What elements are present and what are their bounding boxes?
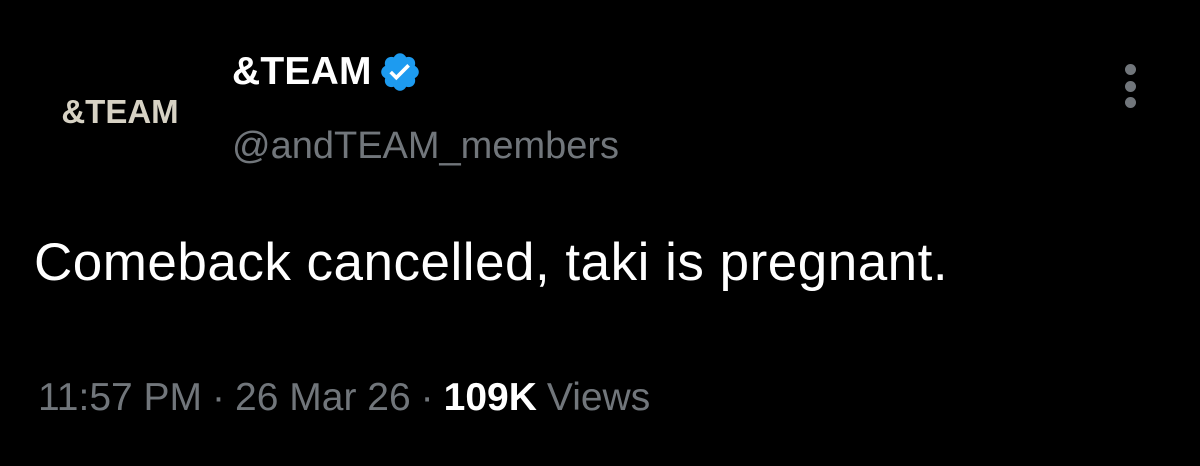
meta-separator: · — [212, 376, 226, 419]
more-options-button[interactable] — [1112, 62, 1148, 110]
tweet-time[interactable]: 11:57 PM — [38, 372, 202, 424]
author-name-row[interactable]: &TEAM — [232, 48, 422, 96]
more-dot — [1124, 97, 1136, 108]
views-label[interactable]: Views — [547, 372, 650, 424]
tweet-container: &TEAM &TEAM @andTEAM_members Comeback ca… — [0, 0, 1200, 466]
avatar-logo: &TEAM — [61, 93, 179, 130]
tweet-meta: 11:57 PM · 26 Mar 26 · 109K Views — [38, 372, 650, 424]
author-handle[interactable]: @andTEAM_members — [232, 123, 619, 169]
verified-badge-icon[interactable] — [378, 50, 422, 94]
avatar[interactable]: &TEAM — [40, 82, 200, 142]
views-count[interactable]: 109K — [444, 372, 537, 424]
tweet-date[interactable]: 26 Mar 26 — [235, 372, 411, 424]
author-display-name[interactable]: &TEAM — [232, 48, 372, 96]
more-dot — [1124, 64, 1136, 75]
tweet-text: Comeback cancelled, taki is pregnant. — [34, 233, 949, 292]
more-dot — [1124, 80, 1136, 92]
meta-separator: · — [420, 376, 434, 419]
more-vertical-icon — [1124, 64, 1136, 108]
